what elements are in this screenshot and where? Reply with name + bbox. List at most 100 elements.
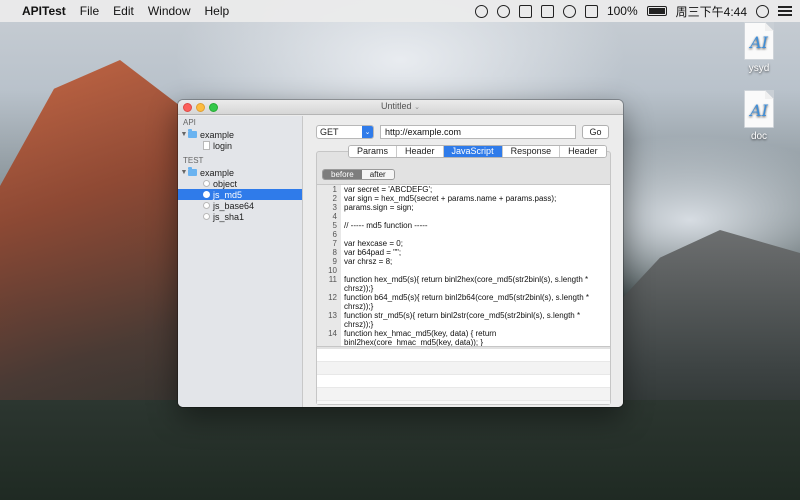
tab-response-header[interactable]: Header [560, 146, 606, 157]
go-button[interactable]: Go [582, 125, 609, 139]
code-text: function b64_md5(s){ return binl2b64(cor… [344, 293, 592, 311]
method-select[interactable]: GET ⌄ [316, 125, 374, 139]
tab-params[interactable]: Params [349, 146, 398, 157]
url-input[interactable] [380, 125, 576, 139]
code-text: function hex_md5(s){ return binl2hex(cor… [344, 275, 591, 293]
output-row [317, 349, 610, 362]
app-window: Untitled ⌄ API ▼ example login TEST ▼ ex… [178, 100, 623, 407]
sidebar: API ▼ example login TEST ▼ example objec… [178, 116, 303, 407]
tree-item-js-sha1[interactable]: js_sha1 [178, 211, 302, 222]
menu-apitest[interactable]: APITest [22, 4, 66, 18]
code-lines: 1 var secret = 'ABCDEFG'; 2 var sign = hex_… [317, 185, 610, 347]
code-line: 13 function str_md5(s){ return binl2str(c… [317, 311, 610, 329]
script-icon [203, 202, 210, 209]
code-text: params.sign = sign; [344, 203, 414, 212]
document-glyph: AI [750, 101, 768, 120]
title-bar[interactable]: Untitled ⌄ [178, 100, 623, 115]
wifi-icon[interactable] [562, 4, 576, 18]
script-phase-switch: before after [322, 169, 395, 180]
dropbox-icon[interactable] [540, 4, 554, 18]
disclosure-triangle-icon[interactable]: ▼ [180, 169, 188, 176]
line-number: 11 [328, 275, 337, 284]
code-text: function hex_hmac_md5(key, data) { retur… [344, 329, 499, 347]
chevron-down-icon: ⌄ [414, 104, 420, 111]
code-line: 14 function hex_hmac_md5(key, data) { ret… [317, 329, 610, 347]
menu-window[interactable]: Window [148, 4, 191, 18]
document-icon: AI [744, 90, 774, 128]
tree-folder-test-example[interactable]: ▼ example [178, 167, 302, 178]
tab-response[interactable]: Response [502, 146, 561, 157]
tab-header[interactable]: Header [397, 146, 444, 157]
line-number: 12 [328, 293, 337, 302]
code-editor[interactable]: 1 var secret = 'ABCDEFG'; 2 var sign = hex_… [317, 184, 610, 347]
battery-icon[interactable] [646, 6, 667, 16]
subtab-after[interactable]: after [361, 170, 394, 179]
tree-folder-api-example[interactable]: ▼ example [178, 129, 302, 140]
code-text: var chrsz = 8; [344, 257, 393, 266]
code-line: 3 params.sign = sign; [317, 203, 610, 212]
sync-icon[interactable] [474, 4, 488, 18]
folder-icon [188, 167, 197, 176]
output-row [317, 388, 610, 401]
code-text: var sign = hex_md5(secret + params.name … [344, 194, 557, 203]
window-title[interactable]: Untitled ⌄ [178, 101, 623, 111]
menu-edit[interactable]: Edit [113, 4, 134, 18]
line-number: 2 [332, 194, 337, 203]
input-method-icon[interactable] [584, 4, 598, 18]
code-text: var secret = 'ABCDEFG'; [344, 185, 433, 194]
line-number: 4 [332, 212, 337, 221]
line-number: 5 [332, 221, 337, 230]
menu-file[interactable]: File [80, 4, 99, 18]
folder-icon [188, 129, 197, 138]
method-value: GET [320, 127, 339, 137]
search-icon[interactable] [756, 4, 769, 18]
battery-percent: 100% [606, 4, 638, 18]
clock[interactable]: 周三下午4:44 [676, 3, 747, 20]
script-icon [203, 191, 210, 198]
line-number: 8 [332, 248, 337, 257]
line-number: 7 [332, 239, 337, 248]
editor-panel: before after 1 var secret = 'ABCDEFG'; 2 va… [316, 151, 611, 405]
main-panel: GET ⌄ Go before after 1 var secret = 'ABC… [304, 116, 623, 407]
code-line: 8 var b64pad = ""; [317, 248, 610, 257]
code-line: 7 var hexcase = 0; [317, 239, 610, 248]
line-number: 13 [328, 311, 337, 320]
code-line: 6 [317, 230, 610, 239]
section-header-test: TEST [183, 156, 204, 165]
code-line: 2 var sign = hex_md5(secret + params.name… [317, 194, 610, 203]
output-area[interactable] [317, 349, 610, 404]
line-number: 9 [332, 257, 337, 266]
desktop-file-ysyd[interactable]: AI ysyd [734, 22, 784, 74]
tree-item-js-md5[interactable]: js_md5 [178, 189, 302, 200]
tree-item-js-base64[interactable]: js_base64 [178, 200, 302, 211]
status-area: 100% 周三下午4:44 [474, 3, 792, 20]
file-icon [203, 141, 210, 150]
tree-label: js_md5 [213, 189, 243, 200]
cloud-icon[interactable] [518, 4, 532, 18]
document-glyph: AI [750, 33, 768, 52]
script-icon [203, 180, 210, 187]
menu-help[interactable]: Help [205, 4, 230, 18]
line-number: 6 [332, 230, 337, 239]
code-line: 4 [317, 212, 610, 221]
code-line: 10 [317, 266, 610, 275]
desktop-file-doc[interactable]: AI doc [734, 90, 784, 142]
document-icon: AI [744, 22, 774, 60]
tree-item-object[interactable]: object [178, 178, 302, 189]
tree-item-login[interactable]: login [178, 140, 302, 151]
code-line: 1 var secret = 'ABCDEFG'; [317, 185, 610, 194]
code-text: // ----- md5 function ----- [344, 221, 428, 230]
wallpaper-valley [0, 400, 800, 500]
tree-label: js_sha1 [213, 211, 245, 222]
disclosure-triangle-icon[interactable]: ▼ [180, 131, 188, 138]
tree-label: example [200, 129, 235, 140]
notification-center-icon[interactable] [778, 6, 792, 16]
chevron-down-icon[interactable]: ⌄ [362, 126, 373, 138]
tab-javascript[interactable]: JavaScript [443, 146, 503, 157]
tab-bar: Params Header JavaScript Response Header [348, 145, 607, 158]
subtab-before[interactable]: before [323, 170, 362, 179]
qq-icon[interactable] [496, 4, 510, 18]
request-bar: GET ⌄ Go [316, 125, 611, 139]
desktop-file-label: ysyd [748, 63, 770, 74]
